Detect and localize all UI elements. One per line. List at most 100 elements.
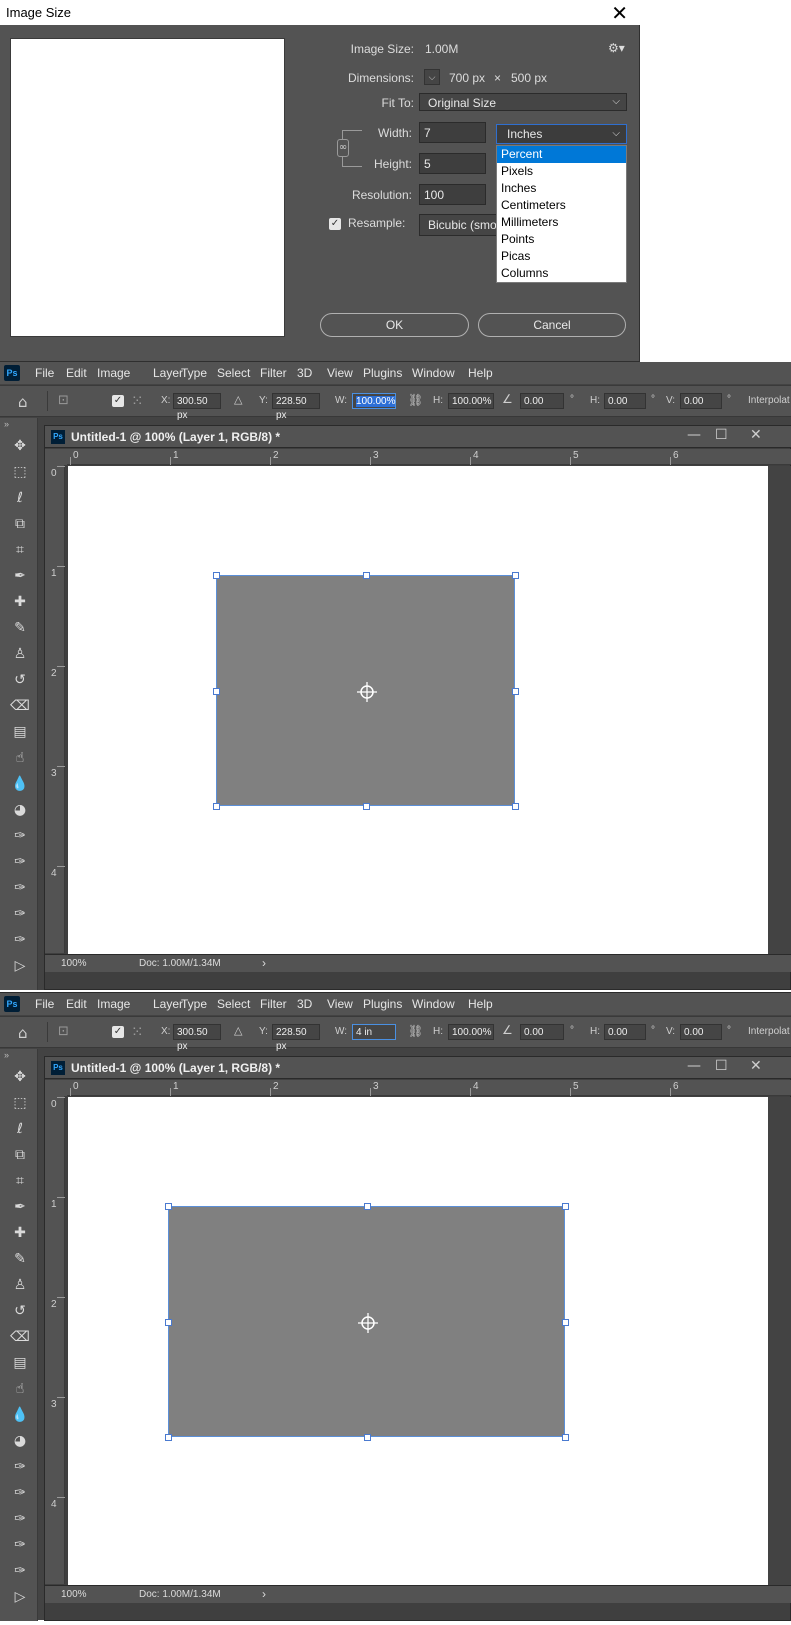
clone-stamp-icon[interactable]: ♙ — [10, 644, 30, 664]
document-tab[interactable]: Ps Untitled-1 @ 100% (Layer 1, RGB/8) * … — [45, 1057, 791, 1079]
dodge-tool-icon[interactable]: ◕ — [10, 800, 30, 820]
move-tool-icon[interactable]: ✥ — [10, 436, 30, 456]
transform-icon[interactable]: ⊡ — [58, 393, 69, 408]
transform-handle[interactable] — [363, 1434, 371, 1441]
menu-plugins[interactable]: Plugins — [363, 366, 402, 380]
transform-handle[interactable] — [562, 1318, 569, 1326]
unit-option[interactable]: Inches — [497, 180, 626, 197]
pen-tool-icon[interactable]: ✑ — [10, 826, 30, 846]
rotate-angle-icon[interactable]: ∠ — [502, 392, 513, 406]
angle-field[interactable]: 0.00 — [520, 393, 564, 409]
transform-handle[interactable] — [512, 687, 519, 695]
close-icon[interactable]: ✕ — [750, 427, 762, 443]
lasso-tool-icon[interactable]: ℓ — [10, 1119, 30, 1139]
expand-panel-icon[interactable]: » — [4, 419, 9, 429]
clone-stamp-icon[interactable]: ♙ — [10, 1275, 30, 1295]
eraser-tool-icon[interactable]: ⌫ — [10, 696, 30, 716]
object-select-tool-icon[interactable]: ⧉ — [10, 514, 30, 534]
add-anchor-icon[interactable]: ✑ — [10, 1535, 30, 1555]
minimize-icon[interactable]: — — [687, 427, 701, 443]
reference-point-icon[interactable]: ⁙ — [131, 392, 144, 410]
transform-icon[interactable]: ⊡ — [58, 1024, 69, 1039]
menu-edit[interactable]: Edit — [66, 366, 87, 380]
object-select-tool-icon[interactable]: ⧉ — [10, 1145, 30, 1165]
skew-h-field[interactable]: 0.00 — [604, 1024, 646, 1040]
healing-brush-icon[interactable]: ✚ — [10, 592, 30, 612]
reference-point-checkbox[interactable]: ✓ — [112, 395, 124, 407]
transform-handle[interactable] — [362, 572, 370, 579]
maximize-icon[interactable]: ☐ — [715, 1058, 728, 1074]
link-icon[interactable]: ⛓ — [408, 393, 423, 407]
width-field[interactable]: 7 — [419, 122, 486, 143]
transform-handle[interactable] — [362, 803, 370, 810]
healing-brush-icon[interactable]: ✚ — [10, 1223, 30, 1243]
curvature-pen-icon[interactable]: ✑ — [10, 878, 30, 898]
menu-file[interactable]: File — [35, 997, 54, 1011]
dodge-tool-icon[interactable]: ◕ — [10, 1431, 30, 1451]
transform-handle[interactable] — [363, 1203, 371, 1210]
minimize-icon[interactable]: — — [687, 1058, 701, 1074]
menu-select[interactable]: Select — [217, 366, 250, 380]
gradient-tool-icon[interactable]: ▤ — [10, 1353, 30, 1373]
maximize-icon[interactable]: ☐ — [715, 427, 728, 443]
reference-point-crosshair-icon[interactable] — [356, 681, 378, 703]
history-brush-icon[interactable]: ↺ — [10, 670, 30, 690]
skew-v-field[interactable]: 0.00 — [680, 1024, 722, 1040]
menu-image[interactable]: Image — [97, 366, 130, 380]
close-icon[interactable]: ✕ — [611, 1, 628, 25]
document-tab[interactable]: Ps Untitled-1 @ 100% (Layer 1, RGB/8) * … — [45, 426, 791, 448]
reference-point-crosshair-icon[interactable] — [357, 1312, 379, 1334]
link-icon[interactable]: ⛓ — [408, 1024, 423, 1038]
unit-option[interactable]: Picas — [497, 248, 626, 265]
resample-checkbox[interactable]: ✓ — [329, 218, 341, 230]
canvas[interactable] — [68, 1097, 768, 1597]
freeform-pen-icon[interactable]: ✑ — [10, 852, 30, 872]
blur-tool-icon[interactable]: ☝ — [10, 748, 30, 768]
x-field[interactable]: 300.50 px — [173, 1024, 221, 1052]
sharpen-tool-icon[interactable]: 💧 — [10, 1405, 30, 1425]
eraser-tool-icon[interactable]: ⌫ — [10, 1327, 30, 1347]
home-icon[interactable]: ⌂ — [18, 393, 28, 411]
close-icon[interactable]: ✕ — [750, 1058, 762, 1074]
zoom-level[interactable]: 100% — [61, 1589, 87, 1600]
resolution-field[interactable]: 100 — [419, 184, 486, 205]
unit-option[interactable]: Percent — [497, 146, 626, 163]
unit-option[interactable]: Millimeters — [497, 214, 626, 231]
crop-tool-icon[interactable]: ⌗ — [10, 1171, 30, 1191]
zoom-level[interactable]: 100% — [61, 958, 87, 969]
home-icon[interactable]: ⌂ — [18, 1024, 28, 1042]
menu-edit[interactable]: Edit — [66, 997, 87, 1011]
crop-tool-icon[interactable]: ⌗ — [10, 540, 30, 560]
menu-plugins[interactable]: Plugins — [363, 997, 402, 1011]
transform-handle[interactable] — [562, 1203, 569, 1210]
history-brush-icon[interactable]: ↺ — [10, 1301, 30, 1321]
menu-layer[interactable]: Layer — [153, 366, 183, 380]
menu-view[interactable]: View — [327, 366, 353, 380]
path-select-icon[interactable]: ▷ — [10, 1587, 30, 1607]
w-field[interactable]: 4 in — [352, 1024, 396, 1040]
transform-handle[interactable] — [213, 687, 220, 695]
freeform-pen-icon[interactable]: ✑ — [10, 1483, 30, 1503]
chevron-right-icon[interactable]: › — [262, 1587, 266, 1601]
transform-handle[interactable] — [562, 1434, 569, 1441]
canvas[interactable] — [68, 466, 768, 966]
w-field[interactable]: 100.00% — [352, 393, 396, 409]
menu-type[interactable]: Type — [181, 366, 207, 380]
height-field[interactable]: 5 — [419, 153, 486, 174]
unit-option[interactable]: Pixels — [497, 163, 626, 180]
link-icon[interactable]: ∞ — [337, 139, 349, 157]
menu-view[interactable]: View — [327, 997, 353, 1011]
fit-to-select[interactable]: Original Size ⌵ — [419, 93, 627, 111]
menu-file[interactable]: File — [35, 366, 54, 380]
path-select-icon[interactable]: ▷ — [10, 956, 30, 976]
ok-button[interactable]: OK — [320, 313, 469, 337]
image-preview[interactable] — [10, 38, 285, 337]
resample-select[interactable]: Bicubic (smo — [419, 214, 497, 236]
transform-handle[interactable] — [165, 1203, 172, 1210]
menu-type[interactable]: Type — [181, 997, 207, 1011]
transform-handle[interactable] — [165, 1434, 172, 1441]
unit-option[interactable]: Centimeters — [497, 197, 626, 214]
menu-3d[interactable]: 3D — [297, 366, 312, 380]
menu-window[interactable]: Window — [412, 366, 455, 380]
lasso-tool-icon[interactable]: ℓ — [10, 488, 30, 508]
